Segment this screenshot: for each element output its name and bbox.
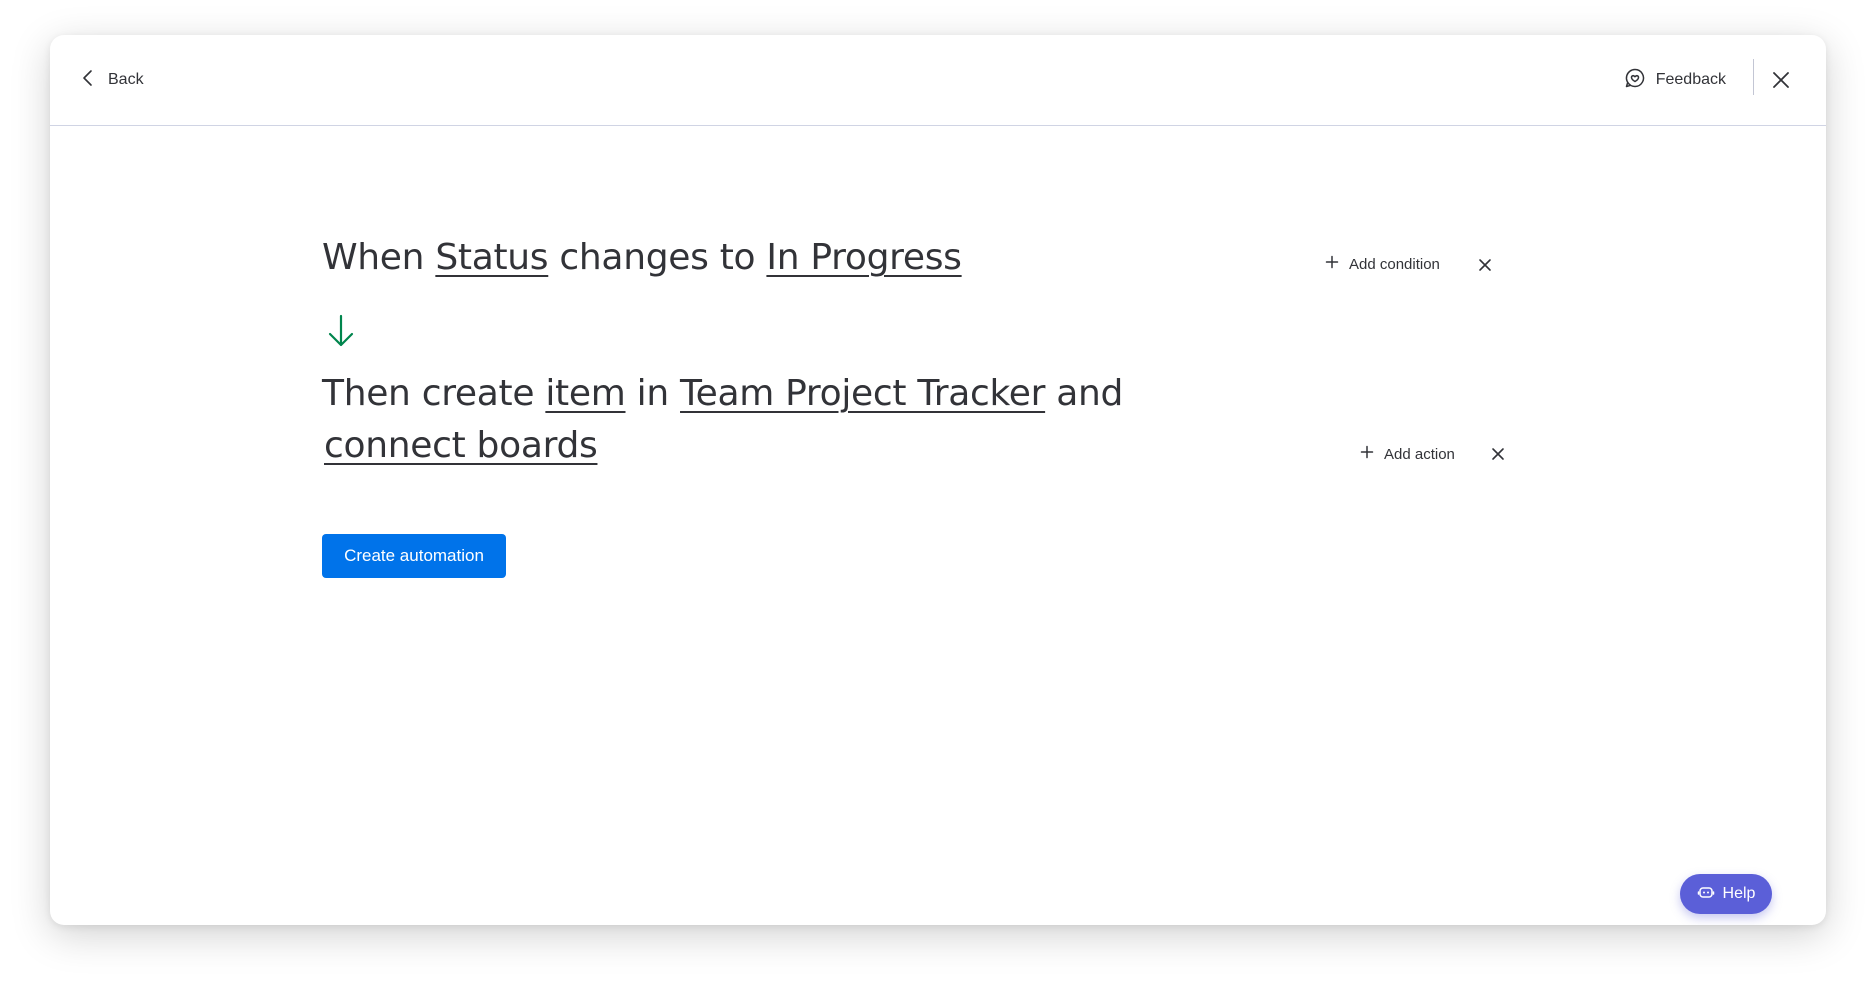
close-icon (1490, 448, 1506, 466)
plus-icon (1325, 255, 1339, 273)
action-item-field[interactable]: item (545, 373, 625, 414)
action-prefix: Then create (322, 373, 535, 414)
plus-icon (1360, 445, 1374, 463)
remove-action-button[interactable] (1490, 446, 1506, 462)
robot-icon (1697, 883, 1715, 906)
chat-feedback-icon (1624, 67, 1646, 94)
back-label: Back (108, 71, 144, 88)
trigger-prefix: When (322, 237, 425, 278)
trigger-column-field[interactable]: Status (435, 237, 548, 278)
header-divider (1753, 59, 1754, 95)
screen: Back Feedback When Status changes to In … (0, 0, 1876, 990)
add-condition-button[interactable]: Add condition (1325, 255, 1440, 273)
close-icon (1768, 72, 1794, 97)
action-connect-field[interactable]: connect boards (324, 425, 598, 466)
close-icon (1477, 259, 1493, 277)
action-board-field[interactable]: Team Project Tracker (680, 373, 1045, 414)
close-modal-button[interactable] (1768, 67, 1794, 93)
trigger-middle: changes to (559, 237, 756, 278)
chevron-left-icon (78, 68, 98, 93)
back-button[interactable]: Back (78, 63, 144, 97)
feedback-button[interactable]: Feedback (1624, 63, 1726, 97)
automation-modal: Back Feedback When Status changes to In … (50, 35, 1826, 925)
create-automation-button[interactable]: Create automation (322, 534, 506, 578)
arrow-down-icon (325, 313, 357, 349)
trigger-sentence: When Status changes to In Progress (322, 237, 962, 278)
action-sentence: Then create item in Team Project Tracker… (322, 373, 1123, 414)
action-sentence-line2: connect boards (324, 425, 598, 466)
feedback-label: Feedback (1655, 71, 1726, 88)
add-action-label: Add action (1384, 445, 1455, 463)
help-label: Help (1722, 885, 1756, 902)
action-middle: in (636, 373, 670, 414)
remove-trigger-button[interactable] (1477, 257, 1493, 273)
action-suffix: and (1056, 373, 1124, 414)
help-button[interactable]: Help (1680, 874, 1772, 914)
trigger-value-field[interactable]: In Progress (766, 237, 962, 278)
add-condition-label: Add condition (1349, 255, 1440, 273)
modal-header: Back Feedback (50, 35, 1826, 126)
add-action-button[interactable]: Add action (1360, 445, 1455, 463)
